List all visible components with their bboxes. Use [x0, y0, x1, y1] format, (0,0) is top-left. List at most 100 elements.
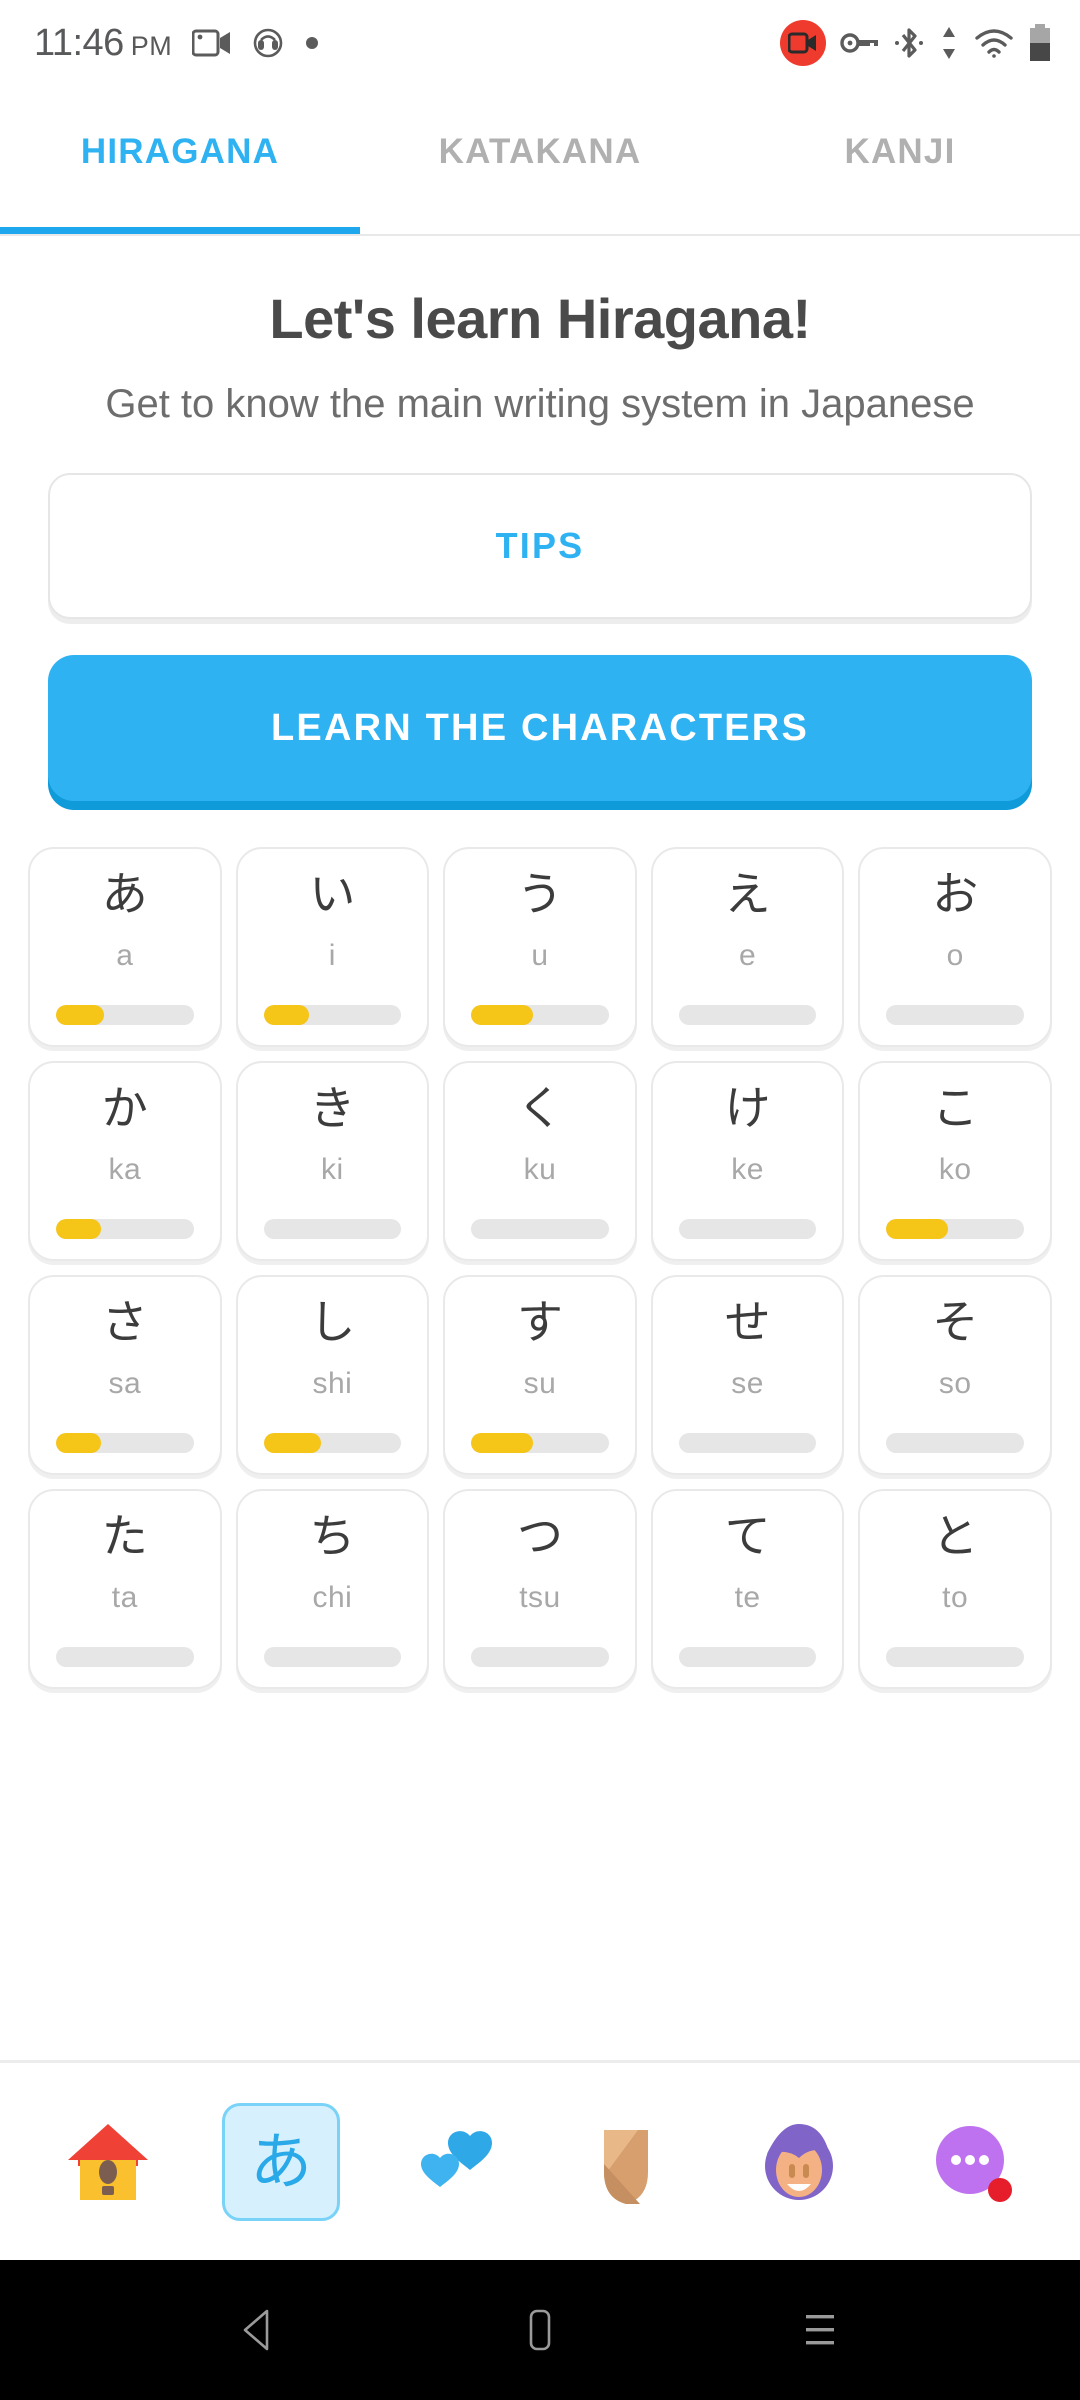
character-progress-track	[678, 1647, 817, 1668]
tips-button[interactable]: TIPS	[48, 473, 1032, 620]
character-romaji: so	[938, 1367, 972, 1401]
recents-button[interactable]	[785, 2295, 855, 2365]
character-card[interactable]: おo	[858, 847, 1052, 1048]
character-progress-track	[56, 1433, 194, 1454]
character-romaji: o	[946, 939, 964, 973]
dot-icon	[306, 37, 319, 49]
status-time: 11:46 PM	[34, 22, 172, 65]
character-card[interactable]: く ku	[443, 1061, 637, 1262]
character-card[interactable]: た ta	[28, 1489, 222, 1690]
character-kana: た	[101, 1509, 148, 1564]
character-progress-track	[886, 1433, 1024, 1454]
screen-record-icon	[192, 29, 231, 57]
page-title: Let's learn Hiragana!	[269, 287, 811, 350]
character-progress-track	[56, 1647, 194, 1668]
character-card[interactable]: ち chi	[235, 1489, 430, 1690]
back-button[interactable]	[225, 2295, 295, 2365]
vpn-key-icon	[840, 33, 878, 53]
character-card[interactable]: いi	[235, 847, 430, 1048]
character-progress-fill	[263, 1005, 309, 1026]
status-bar-right	[780, 20, 1052, 66]
character-progress-fill	[263, 1433, 322, 1454]
character-kana: い	[309, 867, 356, 922]
character-kana: あ	[101, 867, 148, 922]
character-card[interactable]: あa	[28, 847, 222, 1048]
character-progress-track	[263, 1433, 402, 1454]
character-kana: つ	[516, 1509, 563, 1564]
learn-characters-button[interactable]: LEARN THE CHARACTERS	[48, 655, 1032, 802]
character-card[interactable]: えe	[650, 847, 845, 1048]
character-kana: す	[516, 1295, 563, 1350]
home-button[interactable]	[505, 2295, 575, 2365]
character-card[interactable]: す su	[443, 1275, 637, 1476]
character-progress-track	[678, 1219, 817, 1240]
character-romaji: ke	[731, 1153, 764, 1187]
status-time-value: 11:46	[34, 21, 124, 64]
page-subtitle: Get to know the main writing system in J…	[105, 381, 975, 426]
character-progress-track	[56, 1219, 194, 1240]
character-progress-fill	[471, 1005, 534, 1026]
wifi-icon	[975, 29, 1013, 58]
character-progress-fill	[56, 1219, 102, 1240]
character-kana: て	[724, 1509, 771, 1564]
character-card[interactable]: て te	[650, 1489, 845, 1690]
home-icon	[68, 2123, 149, 2200]
tab-active-indicator	[0, 227, 360, 234]
hearts-icon	[420, 2130, 492, 2187]
character-card[interactable]: うu	[443, 847, 637, 1048]
character-kana: う	[516, 867, 563, 922]
character-grid: あ a い i う u え e お o か ka き ki く ku け ke こ ko さ sa し shi す su せ se そ s…	[28, 847, 1052, 1690]
character-romaji: sa	[108, 1367, 142, 1401]
app-root: 11:46 PM HIRAGANA KATAKANA KANJI Let's l…	[0, 0, 1080, 2400]
character-kana: そ	[932, 1295, 979, 1350]
character-kana: か	[101, 1081, 148, 1136]
character-kana: せ	[724, 1295, 771, 1350]
character-card[interactable]: せ se	[650, 1275, 845, 1476]
nav-item-chat[interactable]	[913, 2103, 1031, 2221]
character-card[interactable]: と to	[858, 1489, 1052, 1690]
character-romaji: to	[942, 1581, 969, 1615]
character-progress-track	[471, 1219, 609, 1240]
character-card[interactable]: け ke	[650, 1061, 845, 1262]
tab-hiragana[interactable]: HIRAGANA	[0, 86, 360, 234]
status-bar-left: 11:46 PM	[34, 22, 780, 65]
character-kana: こ	[932, 1081, 979, 1136]
tab-kanji[interactable]: KANJI	[720, 86, 1080, 234]
character-romaji: te	[734, 1581, 761, 1615]
character-grid-scroll[interactable]: あ a い i う u え e お o か ka き ki く ku け ke こ ko さ sa し shi す su せ se そ s…	[0, 847, 1080, 2060]
character-romaji: i	[328, 939, 336, 973]
character-romaji: tsu	[519, 1581, 561, 1615]
profile-icon	[764, 2123, 833, 2200]
character-card[interactable]: そ so	[858, 1275, 1052, 1476]
character-romaji: su	[523, 1367, 557, 1401]
character-kana: お	[932, 867, 979, 922]
tab-katakana[interactable]: KATAKANA	[360, 86, 720, 234]
headset-icon	[253, 28, 283, 58]
character-progress-track	[471, 1005, 609, 1026]
nav-item-kana[interactable]: あ	[221, 2102, 340, 2221]
nav-item-home[interactable]	[49, 2103, 167, 2221]
character-card[interactable]: つ tsu	[443, 1489, 637, 1690]
character-card[interactable]: き ki	[235, 1061, 430, 1262]
character-progress-fill	[471, 1433, 534, 1454]
status-bar: 11:46 PM	[0, 0, 1080, 86]
nav-item-shield[interactable]	[567, 2103, 685, 2221]
character-card[interactable]: し shi	[235, 1275, 430, 1476]
character-kana: さ	[101, 1295, 148, 1350]
character-card[interactable]: こ ko	[858, 1061, 1052, 1262]
nav-item-profile[interactable]	[740, 2103, 858, 2221]
character-progress-track	[886, 1005, 1024, 1026]
battery-icon	[1030, 24, 1050, 61]
status-time-ampm: PM	[130, 30, 173, 61]
nav-item-hearts[interactable]	[395, 2103, 513, 2221]
character-kana: と	[932, 1509, 979, 1564]
character-kana: し	[309, 1295, 356, 1350]
character-card[interactable]: か ka	[28, 1061, 222, 1262]
character-kana: え	[724, 867, 771, 922]
character-progress-track	[886, 1647, 1024, 1668]
character-progress-fill	[886, 1219, 949, 1240]
bottom-nav-bar: あ	[0, 2060, 1080, 2260]
character-progress-track	[263, 1219, 402, 1240]
character-romaji: ko	[938, 1153, 972, 1187]
character-card[interactable]: さ sa	[28, 1275, 222, 1476]
